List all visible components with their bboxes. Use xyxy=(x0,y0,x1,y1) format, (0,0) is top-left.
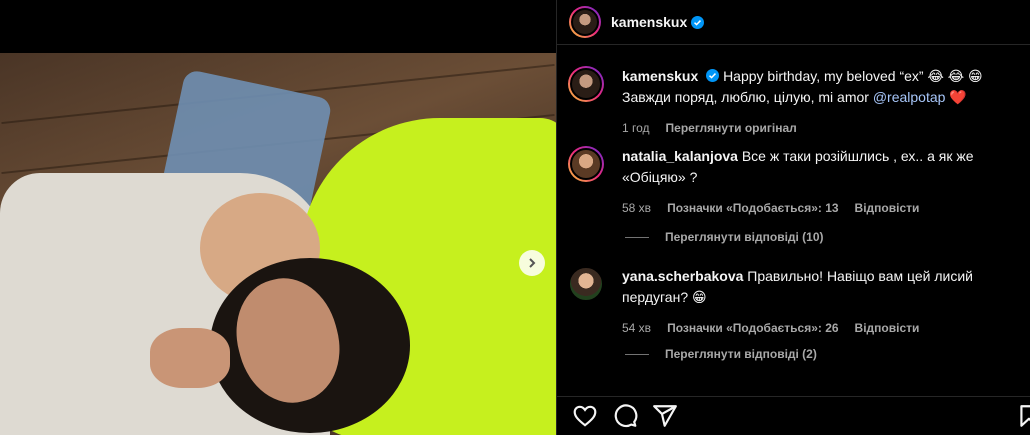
comment-body: yana.scherbakova Правильно! Навіщо вам ц… xyxy=(622,266,1017,339)
comment: yana.scherbakova Правильно! Навіщо вам ц… xyxy=(568,266,1028,339)
view-replies-label: Переглянути відповіді (10) xyxy=(665,230,824,244)
caption-avatar[interactable] xyxy=(568,66,604,102)
hand xyxy=(150,328,230,388)
next-photo-button[interactable] xyxy=(519,250,545,276)
commenter-username[interactable]: yana.scherbakova xyxy=(622,268,743,284)
chevron-right-icon xyxy=(529,258,536,268)
share-button[interactable] xyxy=(652,403,678,429)
comment-likes[interactable]: Позначки «Подобається»: 13 xyxy=(667,198,838,219)
caption-meta: 1 год Переглянути оригінал xyxy=(622,118,1017,139)
commenter-avatar[interactable] xyxy=(568,266,604,302)
author-username[interactable]: kamenskux xyxy=(611,14,687,30)
heart-icon xyxy=(573,405,597,427)
bookmark-icon xyxy=(1020,405,1030,427)
reply-button[interactable]: Відповісти xyxy=(855,198,920,219)
comment-meta: 54 хв Позначки «Подобається»: 26 Відпові… xyxy=(622,318,1017,339)
view-replies-button[interactable]: Переглянути відповіді (10) xyxy=(625,230,824,244)
see-original-link[interactable]: Переглянути оригінал xyxy=(666,118,797,139)
comment: natalia_kalanjova Все ж таки розійшлись … xyxy=(568,146,1028,219)
author-avatar[interactable] xyxy=(569,6,601,38)
reply-button[interactable]: Відповісти xyxy=(855,318,920,339)
post-photo[interactable] xyxy=(0,53,556,435)
post-media-pane xyxy=(0,0,556,435)
caption-text-block: kamenskux Happy birthday, my beloved “ex… xyxy=(622,66,1017,108)
comment-time[interactable]: 54 хв xyxy=(622,318,651,339)
commenter-username[interactable]: natalia_kalanjova xyxy=(622,148,738,164)
caption: kamenskux Happy birthday, my beloved “ex… xyxy=(568,66,1028,139)
verified-badge-icon xyxy=(691,15,705,29)
post-actions-bar xyxy=(556,396,1030,435)
comment-button[interactable] xyxy=(612,403,638,429)
comment-icon xyxy=(614,404,638,428)
heart-emoji: ❤️ xyxy=(949,89,967,105)
caption-time[interactable]: 1 год xyxy=(622,118,650,139)
replies-divider-line xyxy=(625,236,649,238)
comment-body: natalia_kalanjova Все ж таки розійшлись … xyxy=(622,146,1017,219)
save-button[interactable] xyxy=(1016,403,1030,429)
verified-badge-icon xyxy=(706,69,720,82)
comment-text-block: yana.scherbakova Правильно! Навіщо вам ц… xyxy=(622,266,1017,308)
view-replies-button[interactable]: Переглянути відповіді (2) xyxy=(625,347,817,361)
comment-text-block: natalia_kalanjova Все ж таки розійшлись … xyxy=(622,146,1017,188)
commenter-avatar[interactable] xyxy=(568,146,604,182)
share-icon xyxy=(653,405,677,427)
caption-body: kamenskux Happy birthday, my beloved “ex… xyxy=(622,66,1017,139)
replies-divider-line xyxy=(625,353,649,355)
comment-likes[interactable]: Позначки «Подобається»: 26 xyxy=(667,318,838,339)
comment-meta: 58 хв Позначки «Подобається»: 13 Відпові… xyxy=(622,198,1017,219)
like-button[interactable] xyxy=(572,403,598,429)
comment-time[interactable]: 58 хв xyxy=(622,198,651,219)
view-replies-label: Переглянути відповіді (2) xyxy=(665,347,817,361)
post-header: kamenskux xyxy=(557,0,1030,45)
caption-mention-link[interactable]: @realpotap xyxy=(873,89,946,105)
caption-username[interactable]: kamenskux xyxy=(622,68,698,84)
